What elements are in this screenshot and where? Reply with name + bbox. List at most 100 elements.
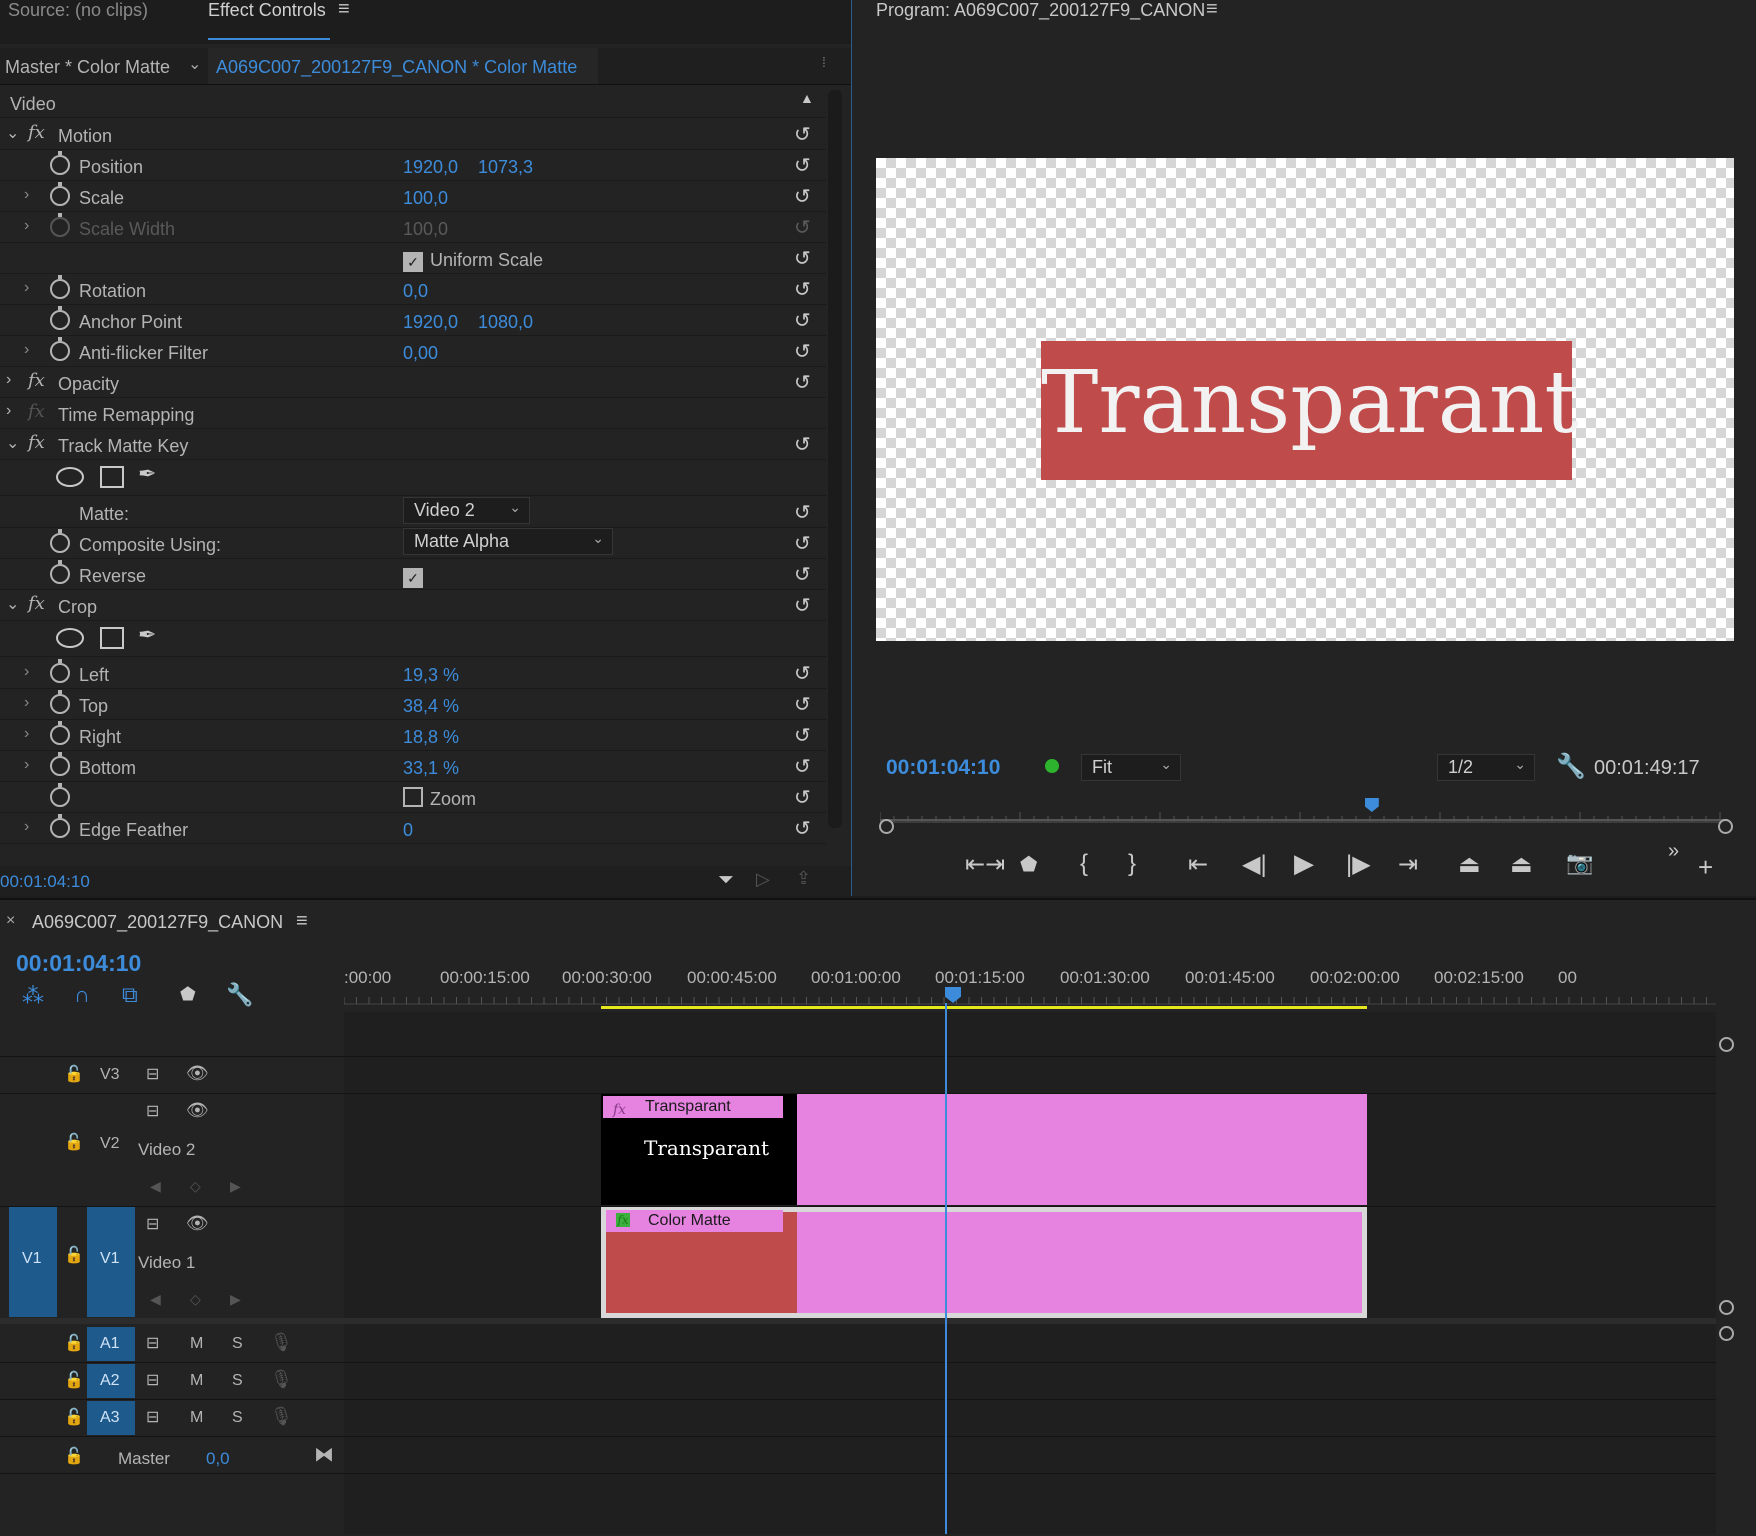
chevron-down-icon[interactable]: ⌄: [6, 594, 19, 614]
reset-icon[interactable]: ↺: [794, 754, 811, 779]
master-volume-value[interactable]: 0,0: [206, 1449, 230, 1469]
clip-tab[interactable]: A069C007_200127F9_CANON * Color Matte: [208, 48, 598, 84]
stopwatch-icon[interactable]: [50, 690, 70, 714]
timeline-playhead-line[interactable]: [945, 1003, 947, 1534]
lift-icon[interactable]: ⏏: [1458, 850, 1481, 879]
solo-button[interactable]: S: [232, 1335, 243, 1353]
chevron-right-icon[interactable]: ›: [24, 725, 29, 743]
chevron-right-icon[interactable]: ›: [24, 756, 29, 774]
eye-icon[interactable]: 👁: [186, 1213, 209, 1234]
keyframe-icon[interactable]: ◇: [190, 1291, 201, 1308]
next-keyframe-icon[interactable]: ▶: [230, 1291, 241, 1308]
zoom-checkbox[interactable]: [403, 787, 423, 809]
lock-icon[interactable]: 🔓: [64, 1370, 84, 1390]
lock-icon[interactable]: 🔓: [64, 1064, 84, 1084]
stopwatch-icon[interactable]: [50, 275, 70, 299]
effect-opacity[interactable]: › fx Opacity ↺: [0, 366, 826, 398]
edge-feather-value[interactable]: 0: [403, 820, 413, 841]
scroll-handle-top[interactable]: [1719, 1037, 1734, 1052]
fx-icon[interactable]: fx: [28, 593, 45, 614]
chevron-right-icon[interactable]: ›: [24, 663, 29, 681]
reset-icon[interactable]: ↺: [794, 661, 811, 686]
lock-icon[interactable]: 🔓: [64, 1407, 84, 1427]
go-to-out-icon[interactable]: ⇥: [1398, 850, 1418, 879]
chevron-right-icon[interactable]: ›: [24, 341, 29, 359]
chevron-down-icon[interactable]: ⌄: [6, 433, 19, 453]
position-y-value[interactable]: 1073,3: [478, 157, 533, 178]
fx-icon[interactable]: fx: [28, 122, 45, 143]
snap-magnet-icon[interactable]: ∩: [74, 982, 90, 1008]
stopwatch-icon[interactable]: [50, 752, 70, 776]
reset-icon[interactable]: ↺: [794, 562, 811, 587]
reverse-checkbox[interactable]: ✓: [403, 564, 423, 588]
audio-scroll-handle[interactable]: [1719, 1326, 1734, 1341]
program-scrubber[interactable]: [879, 808, 1728, 824]
track-label[interactable]: V3: [100, 1066, 120, 1084]
crop-top-value[interactable]: 38,4: [403, 696, 438, 717]
more-icon[interactable]: »: [1668, 840, 1679, 863]
clip-transparant[interactable]: Transparant fx Transparant: [601, 1094, 1367, 1205]
camera-icon[interactable]: 📷: [1566, 850, 1593, 876]
mute-button[interactable]: M: [190, 1409, 203, 1427]
reset-icon[interactable]: ↺: [794, 308, 811, 333]
mark-in-out-icon[interactable]: ⇤⇥: [965, 850, 1005, 879]
sync-lock-icon[interactable]: ⊟: [146, 1064, 159, 1084]
reset-icon[interactable]: ↺: [794, 370, 811, 395]
lock-icon[interactable]: 🔓: [64, 1333, 84, 1353]
prev-keyframe-icon[interactable]: ◀: [150, 1178, 161, 1195]
uniform-scale-checkbox[interactable]: ✓: [403, 248, 423, 272]
reset-icon[interactable]: ↺: [794, 723, 811, 748]
effect-motion[interactable]: ⌄ fx Motion ↺: [0, 118, 826, 150]
prev-keyframe-icon[interactable]: ◀: [150, 1291, 161, 1308]
zoom-right-handle[interactable]: [1718, 819, 1733, 834]
anchor-x-value[interactable]: 1920,0: [403, 312, 458, 333]
mark-in-icon[interactable]: {: [1080, 850, 1088, 878]
sync-lock-icon[interactable]: ⊟: [146, 1407, 159, 1427]
reset-icon[interactable]: ↺: [794, 816, 811, 841]
step-forward-icon[interactable]: |▶: [1346, 850, 1371, 879]
work-area-bar[interactable]: [601, 1006, 1367, 1009]
ellipse-mask-icon[interactable]: [56, 467, 84, 487]
reset-icon[interactable]: ↺: [794, 122, 811, 147]
stopwatch-icon[interactable]: [50, 337, 70, 361]
tab-source[interactable]: Source: (no clips): [8, 0, 148, 21]
reset-icon[interactable]: ↺: [794, 432, 811, 457]
microphone-icon[interactable]: 🎙: [270, 1369, 293, 1390]
fx-icon[interactable]: fx: [28, 370, 45, 391]
reset-icon[interactable]: ↺: [794, 153, 811, 178]
lock-icon[interactable]: 🔓: [64, 1446, 84, 1466]
track-target-a3[interactable]: A3: [87, 1401, 135, 1435]
mute-button[interactable]: M: [190, 1372, 203, 1390]
reset-icon[interactable]: ↺: [794, 785, 811, 810]
master-clip-label[interactable]: Master * Color Matte: [5, 57, 170, 78]
fx-icon[interactable]: fx: [28, 432, 45, 453]
microphone-icon[interactable]: 🎙: [270, 1406, 293, 1427]
reset-icon[interactable]: ↺: [794, 593, 811, 618]
stopwatch-icon[interactable]: [50, 814, 70, 838]
play-icon[interactable]: ▶: [1294, 848, 1314, 879]
step-back-icon[interactable]: ◀|: [1242, 850, 1267, 879]
program-title[interactable]: Program: A069C007_200127F9_CANON: [876, 0, 1205, 21]
reset-icon[interactable]: ↺: [794, 277, 811, 302]
fit-dropdown[interactable]: Fit ⌄: [1081, 754, 1181, 781]
position-x-value[interactable]: 1920,0: [403, 157, 458, 178]
sync-lock-icon[interactable]: ⊟: [146, 1101, 159, 1121]
reset-icon[interactable]: ↺: [794, 246, 811, 271]
effect-track-matte-key[interactable]: ⌄ fx Track Matte Key ↺: [0, 428, 826, 460]
tab-effect-controls[interactable]: Effect Controls: [208, 0, 326, 21]
clip-color-matte[interactable]: fx Color Matte: [601, 1207, 1367, 1318]
sync-lock-icon[interactable]: ⊟: [146, 1214, 159, 1234]
crop-right-value[interactable]: 18,8: [403, 727, 438, 748]
reset-icon[interactable]: ↺: [794, 339, 811, 364]
anti-flicker-value[interactable]: 0,00: [403, 343, 438, 364]
microphone-icon[interactable]: 🎙: [270, 1332, 293, 1353]
lock-icon[interactable]: 🔓: [64, 1245, 84, 1265]
chevron-right-icon[interactable]: ›: [24, 279, 29, 297]
lock-icon[interactable]: 🔓: [64, 1132, 84, 1152]
track-target-a1[interactable]: A1: [87, 1327, 135, 1361]
sequence-tab[interactable]: A069C007_200127F9_CANON: [32, 912, 283, 933]
stopwatch-icon[interactable]: [50, 783, 70, 807]
solo-button[interactable]: S: [232, 1372, 243, 1390]
track-target-v1[interactable]: V1: [87, 1207, 135, 1317]
add-button-icon[interactable]: +: [1698, 852, 1713, 883]
